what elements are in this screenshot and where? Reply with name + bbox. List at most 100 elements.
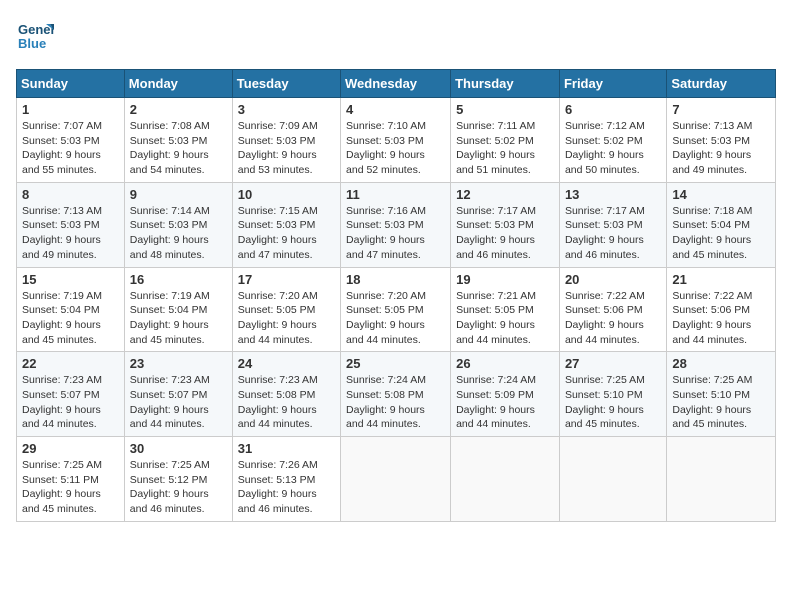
- day-number: 10: [238, 187, 335, 202]
- week-row-5: 29 Sunrise: 7:25 AMSunset: 5:11 PMDaylig…: [17, 437, 776, 522]
- day-detail: Sunrise: 7:22 AMSunset: 5:06 PMDaylight:…: [672, 290, 752, 346]
- day-number: 8: [22, 187, 119, 202]
- calendar-cell: 17 Sunrise: 7:20 AMSunset: 5:05 PMDaylig…: [232, 267, 340, 352]
- week-row-1: 1 Sunrise: 7:07 AMSunset: 5:03 PMDayligh…: [17, 98, 776, 183]
- calendar-cell: 11 Sunrise: 7:16 AMSunset: 5:03 PMDaylig…: [341, 182, 451, 267]
- day-detail: Sunrise: 7:24 AMSunset: 5:09 PMDaylight:…: [456, 374, 536, 430]
- day-detail: Sunrise: 7:12 AMSunset: 5:02 PMDaylight:…: [565, 120, 645, 176]
- svg-text:Blue: Blue: [18, 36, 46, 51]
- calendar-cell: 20 Sunrise: 7:22 AMSunset: 5:06 PMDaylig…: [559, 267, 666, 352]
- day-number: 15: [22, 272, 119, 287]
- day-detail: Sunrise: 7:19 AMSunset: 5:04 PMDaylight:…: [130, 290, 210, 346]
- day-detail: Sunrise: 7:07 AMSunset: 5:03 PMDaylight:…: [22, 120, 102, 176]
- week-row-4: 22 Sunrise: 7:23 AMSunset: 5:07 PMDaylig…: [17, 352, 776, 437]
- day-number: 31: [238, 441, 335, 456]
- day-number: 22: [22, 356, 119, 371]
- day-number: 12: [456, 187, 554, 202]
- calendar-cell: 7 Sunrise: 7:13 AMSunset: 5:03 PMDayligh…: [667, 98, 776, 183]
- week-row-3: 15 Sunrise: 7:19 AMSunset: 5:04 PMDaylig…: [17, 267, 776, 352]
- day-detail: Sunrise: 7:23 AMSunset: 5:08 PMDaylight:…: [238, 374, 318, 430]
- logo: General Blue: [16, 16, 54, 59]
- day-number: 11: [346, 187, 445, 202]
- day-detail: Sunrise: 7:15 AMSunset: 5:03 PMDaylight:…: [238, 205, 318, 261]
- day-detail: Sunrise: 7:09 AMSunset: 5:03 PMDaylight:…: [238, 120, 318, 176]
- day-number: 7: [672, 102, 770, 117]
- day-number: 13: [565, 187, 661, 202]
- day-number: 20: [565, 272, 661, 287]
- day-detail: Sunrise: 7:10 AMSunset: 5:03 PMDaylight:…: [346, 120, 426, 176]
- calendar-cell: [559, 437, 666, 522]
- calendar-cell: 29 Sunrise: 7:25 AMSunset: 5:11 PMDaylig…: [17, 437, 125, 522]
- calendar-cell: 30 Sunrise: 7:25 AMSunset: 5:12 PMDaylig…: [124, 437, 232, 522]
- calendar-cell: 14 Sunrise: 7:18 AMSunset: 5:04 PMDaylig…: [667, 182, 776, 267]
- day-detail: Sunrise: 7:17 AMSunset: 5:03 PMDaylight:…: [456, 205, 536, 261]
- day-detail: Sunrise: 7:18 AMSunset: 5:04 PMDaylight:…: [672, 205, 752, 261]
- day-detail: Sunrise: 7:21 AMSunset: 5:05 PMDaylight:…: [456, 290, 536, 346]
- column-header-monday: Monday: [124, 70, 232, 98]
- day-detail: Sunrise: 7:13 AMSunset: 5:03 PMDaylight:…: [22, 205, 102, 261]
- calendar-cell: 24 Sunrise: 7:23 AMSunset: 5:08 PMDaylig…: [232, 352, 340, 437]
- day-detail: Sunrise: 7:11 AMSunset: 5:02 PMDaylight:…: [456, 120, 535, 176]
- calendar-cell: 16 Sunrise: 7:19 AMSunset: 5:04 PMDaylig…: [124, 267, 232, 352]
- day-number: 30: [130, 441, 227, 456]
- day-detail: Sunrise: 7:13 AMSunset: 5:03 PMDaylight:…: [672, 120, 752, 176]
- day-number: 19: [456, 272, 554, 287]
- calendar-cell: 3 Sunrise: 7:09 AMSunset: 5:03 PMDayligh…: [232, 98, 340, 183]
- calendar-cell: 22 Sunrise: 7:23 AMSunset: 5:07 PMDaylig…: [17, 352, 125, 437]
- day-number: 1: [22, 102, 119, 117]
- day-number: 17: [238, 272, 335, 287]
- calendar-cell: 19 Sunrise: 7:21 AMSunset: 5:05 PMDaylig…: [451, 267, 560, 352]
- day-detail: Sunrise: 7:14 AMSunset: 5:03 PMDaylight:…: [130, 205, 210, 261]
- day-number: 4: [346, 102, 445, 117]
- day-detail: Sunrise: 7:20 AMSunset: 5:05 PMDaylight:…: [238, 290, 318, 346]
- calendar-cell: [667, 437, 776, 522]
- calendar-cell: 10 Sunrise: 7:15 AMSunset: 5:03 PMDaylig…: [232, 182, 340, 267]
- day-number: 6: [565, 102, 661, 117]
- day-number: 29: [22, 441, 119, 456]
- calendar-table: SundayMondayTuesdayWednesdayThursdayFrid…: [16, 69, 776, 522]
- calendar-cell: 25 Sunrise: 7:24 AMSunset: 5:08 PMDaylig…: [341, 352, 451, 437]
- calendar-cell: 28 Sunrise: 7:25 AMSunset: 5:10 PMDaylig…: [667, 352, 776, 437]
- calendar-cell: 8 Sunrise: 7:13 AMSunset: 5:03 PMDayligh…: [17, 182, 125, 267]
- day-number: 25: [346, 356, 445, 371]
- calendar-cell: 31 Sunrise: 7:26 AMSunset: 5:13 PMDaylig…: [232, 437, 340, 522]
- day-number: 3: [238, 102, 335, 117]
- calendar-header-row: SundayMondayTuesdayWednesdayThursdayFrid…: [17, 70, 776, 98]
- day-detail: Sunrise: 7:25 AMSunset: 5:11 PMDaylight:…: [22, 459, 102, 515]
- day-detail: Sunrise: 7:23 AMSunset: 5:07 PMDaylight:…: [22, 374, 102, 430]
- day-detail: Sunrise: 7:20 AMSunset: 5:05 PMDaylight:…: [346, 290, 426, 346]
- calendar-cell: 13 Sunrise: 7:17 AMSunset: 5:03 PMDaylig…: [559, 182, 666, 267]
- day-detail: Sunrise: 7:25 AMSunset: 5:10 PMDaylight:…: [565, 374, 645, 430]
- day-number: 24: [238, 356, 335, 371]
- column-header-tuesday: Tuesday: [232, 70, 340, 98]
- day-number: 18: [346, 272, 445, 287]
- day-number: 21: [672, 272, 770, 287]
- day-detail: Sunrise: 7:26 AMSunset: 5:13 PMDaylight:…: [238, 459, 318, 515]
- day-detail: Sunrise: 7:22 AMSunset: 5:06 PMDaylight:…: [565, 290, 645, 346]
- calendar-cell: 9 Sunrise: 7:14 AMSunset: 5:03 PMDayligh…: [124, 182, 232, 267]
- column-header-saturday: Saturday: [667, 70, 776, 98]
- day-detail: Sunrise: 7:24 AMSunset: 5:08 PMDaylight:…: [346, 374, 426, 430]
- calendar-cell: 21 Sunrise: 7:22 AMSunset: 5:06 PMDaylig…: [667, 267, 776, 352]
- day-detail: Sunrise: 7:17 AMSunset: 5:03 PMDaylight:…: [565, 205, 645, 261]
- day-number: 27: [565, 356, 661, 371]
- calendar-cell: 4 Sunrise: 7:10 AMSunset: 5:03 PMDayligh…: [341, 98, 451, 183]
- calendar-cell: 12 Sunrise: 7:17 AMSunset: 5:03 PMDaylig…: [451, 182, 560, 267]
- calendar-cell: 2 Sunrise: 7:08 AMSunset: 5:03 PMDayligh…: [124, 98, 232, 183]
- calendar-cell: 26 Sunrise: 7:24 AMSunset: 5:09 PMDaylig…: [451, 352, 560, 437]
- day-detail: Sunrise: 7:19 AMSunset: 5:04 PMDaylight:…: [22, 290, 102, 346]
- day-number: 16: [130, 272, 227, 287]
- calendar-cell: 6 Sunrise: 7:12 AMSunset: 5:02 PMDayligh…: [559, 98, 666, 183]
- calendar-cell: 23 Sunrise: 7:23 AMSunset: 5:07 PMDaylig…: [124, 352, 232, 437]
- day-detail: Sunrise: 7:16 AMSunset: 5:03 PMDaylight:…: [346, 205, 426, 261]
- day-number: 9: [130, 187, 227, 202]
- calendar-cell: 5 Sunrise: 7:11 AMSunset: 5:02 PMDayligh…: [451, 98, 560, 183]
- day-detail: Sunrise: 7:08 AMSunset: 5:03 PMDaylight:…: [130, 120, 210, 176]
- day-number: 2: [130, 102, 227, 117]
- logo-icon: General Blue: [16, 16, 54, 54]
- calendar-cell: 18 Sunrise: 7:20 AMSunset: 5:05 PMDaylig…: [341, 267, 451, 352]
- calendar-cell: 1 Sunrise: 7:07 AMSunset: 5:03 PMDayligh…: [17, 98, 125, 183]
- day-number: 5: [456, 102, 554, 117]
- column-header-sunday: Sunday: [17, 70, 125, 98]
- day-number: 28: [672, 356, 770, 371]
